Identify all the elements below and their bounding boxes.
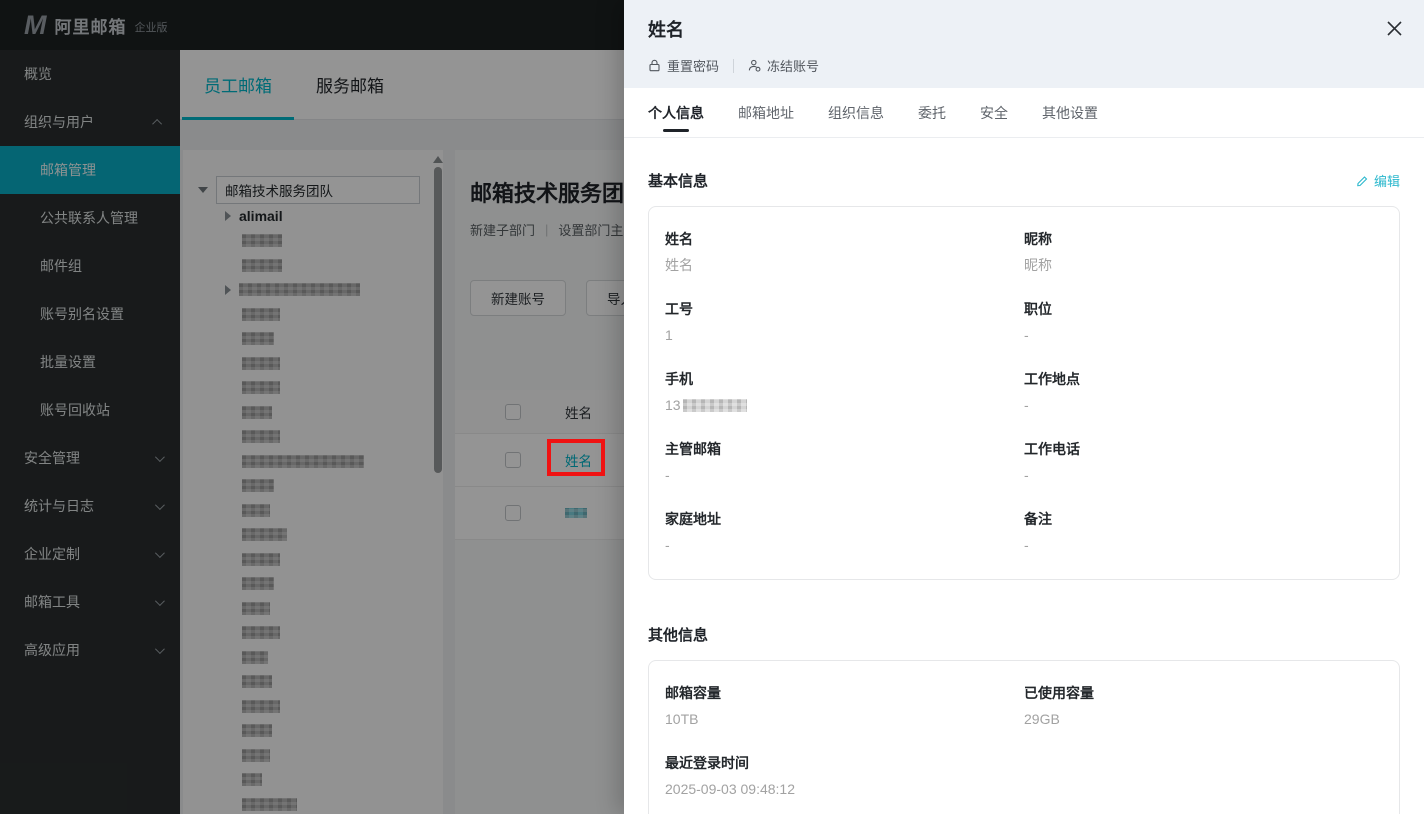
other-info-heading: 其他信息: [648, 624, 708, 645]
field-work-phone: 工作电话 -: [1024, 439, 1383, 485]
close-icon[interactable]: [1382, 16, 1406, 40]
basic-info-heading: 基本信息: [648, 170, 708, 191]
field-mobile: 手机 13: [665, 369, 1024, 415]
tab-other-settings[interactable]: 其他设置: [1042, 88, 1098, 138]
lock-icon: [648, 59, 661, 72]
tab-security[interactable]: 安全: [980, 88, 1008, 138]
tab-org-info[interactable]: 组织信息: [828, 88, 884, 138]
field-last-login-time: 最近登录时间 2025-09-03 09:48:12: [665, 753, 1024, 799]
drawer-header: 姓名 重置密码: [624, 0, 1424, 88]
tab-mail-address[interactable]: 邮箱地址: [738, 88, 794, 138]
other-info-card: 邮箱容量 10TB 已使用容量 29GB 最近登录时间 2025-09-03 0…: [648, 660, 1400, 814]
pencil-icon: [1356, 174, 1369, 187]
freeze-account-button[interactable]: 冻结账号: [748, 56, 819, 75]
divider: [733, 59, 734, 73]
field-manager-email: 主管邮箱 -: [665, 439, 1024, 485]
basic-info-card: 姓名 姓名 昵称 昵称 工号 1 职位 - 手机: [648, 206, 1400, 580]
field-mailbox-capacity: 邮箱容量 10TB: [665, 683, 1024, 729]
field-name: 姓名 姓名: [665, 229, 1024, 275]
masked-phone-digits: [683, 399, 747, 412]
field-work-location: 工作地点 -: [1024, 369, 1383, 415]
drawer-tabs: 个人信息 邮箱地址 组织信息 委托 安全 其他设置: [624, 88, 1424, 138]
annotation-highlight-box: [547, 439, 605, 476]
tab-delegation[interactable]: 委托: [918, 88, 946, 138]
field-used-capacity: 已使用容量 29GB: [1024, 683, 1383, 729]
field-employee-id: 工号 1: [665, 299, 1024, 345]
field-home-address: 家庭地址 -: [665, 509, 1024, 555]
field-nickname: 昵称 昵称: [1024, 229, 1383, 275]
field-position: 职位 -: [1024, 299, 1383, 345]
drawer-action-bar: 重置密码 冻结账号: [648, 56, 1400, 75]
reset-password-button[interactable]: 重置密码: [648, 56, 719, 75]
edit-button[interactable]: 编辑: [1356, 171, 1400, 190]
drawer-body: 基本信息 编辑 姓名 姓名 昵称 昵称: [624, 138, 1424, 814]
app-window: M 阿里邮箱 企业版 概览 组织与用户 邮箱管理 公共联系人管理 邮件组 账号别…: [0, 0, 1424, 814]
freeze-user-icon: [748, 59, 761, 72]
field-remark: 备注 -: [1024, 509, 1383, 555]
drawer-overlay-mask[interactable]: [0, 0, 624, 814]
user-detail-drawer: 姓名 重置密码: [624, 0, 1424, 814]
tab-personal-info[interactable]: 个人信息: [648, 88, 704, 138]
drawer-title: 姓名: [648, 16, 1400, 42]
